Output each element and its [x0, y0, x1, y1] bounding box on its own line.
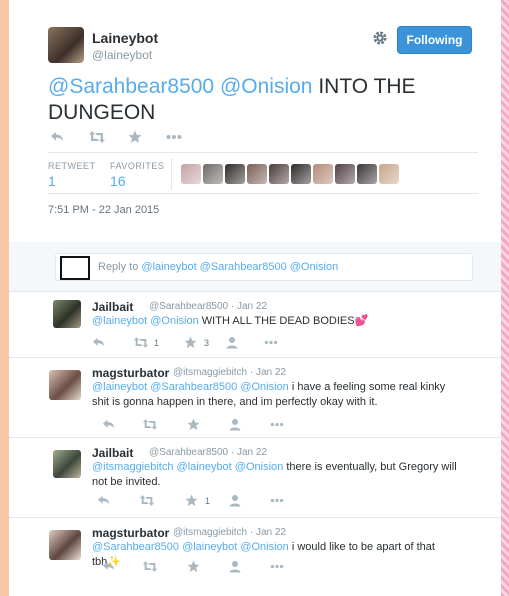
- retweets-label: RETWEET: [48, 161, 96, 171]
- favorite-count: 3: [204, 338, 210, 348]
- star-icon[interactable]: [185, 494, 198, 507]
- reply-author-name[interactable]: Jailbait: [92, 300, 133, 314]
- retweets-count[interactable]: 1: [48, 173, 56, 189]
- reply-author-handle[interactable]: @itsmaggiebitch: [173, 527, 247, 538]
- reply-text: @laineybot @Onision WITH ALL THE DEAD BO…: [92, 314, 462, 329]
- favoriter-avatar[interactable]: [291, 164, 311, 184]
- reply-meta: @Sarahbear8500 · Jan 22: [149, 447, 268, 458]
- reply-tweet[interactable]: magsturbator @itsmaggiebitch · Jan 22 @S…: [9, 517, 501, 596]
- favoriter-avatar[interactable]: [335, 164, 355, 184]
- reply-actions: 1 3: [92, 336, 312, 352]
- reply-mentions[interactable]: @itsmaggiebitch @laineybot @Onision: [92, 461, 283, 473]
- follow-icon[interactable]: [226, 336, 240, 349]
- reply-actions: [92, 418, 312, 434]
- reply-mentions[interactable]: @Sarahbear8500 @laineybot @Onision: [92, 541, 289, 553]
- reply-author-handle[interactable]: @itsmaggiebitch: [173, 367, 247, 378]
- more-icon[interactable]: [270, 422, 284, 427]
- avatar[interactable]: [53, 300, 81, 328]
- retweet-icon[interactable]: [88, 130, 106, 144]
- more-icon[interactable]: [264, 340, 278, 345]
- more-icon[interactable]: [270, 564, 284, 569]
- divider: [48, 193, 478, 194]
- retweet-icon[interactable]: [142, 560, 158, 573]
- favoriter-avatar[interactable]: [225, 164, 245, 184]
- divider: [48, 152, 478, 153]
- reply-meta: @Sarahbear8500 · Jan 22: [149, 301, 268, 312]
- hearts-emoji: 💕: [354, 315, 369, 327]
- reply-mentions[interactable]: @laineybot @Onision: [92, 315, 199, 327]
- gear-icon[interactable]: [372, 30, 388, 46]
- reply-avatar-placeholder: [60, 256, 90, 280]
- reply-mentions: @laineybot @Sarahbear8500 @Onision: [141, 261, 339, 273]
- reply-body: WITH ALL THE DEAD BODIES: [201, 315, 355, 327]
- reply-date[interactable]: Jan 22: [256, 527, 286, 538]
- reply-prefix: Reply to: [98, 261, 139, 273]
- reply-meta: @itsmaggiebitch · Jan 22: [173, 367, 286, 378]
- favoriter-avatar[interactable]: [379, 164, 399, 184]
- reply-author-handle[interactable]: @Sarahbear8500: [149, 447, 228, 458]
- star-icon[interactable]: [187, 418, 200, 431]
- favorites-count[interactable]: 16: [110, 173, 126, 189]
- following-button-label: Following: [406, 33, 463, 47]
- reply-author-name[interactable]: Jailbait: [92, 446, 133, 460]
- more-icon[interactable]: [270, 498, 284, 503]
- reply-text: @itsmaggiebitch @laineybot @Onision ther…: [92, 460, 462, 490]
- reply-date[interactable]: Jan 22: [237, 447, 267, 458]
- reply-text: @laineybot @Sarahbear8500 @Onision i hav…: [92, 380, 462, 410]
- retweet-icon[interactable]: [142, 418, 158, 431]
- avatar[interactable]: [48, 27, 84, 63]
- reply-mentions[interactable]: @laineybot @Sarahbear8500 @Onision: [92, 381, 289, 393]
- reply-tweet[interactable]: Jailbait @Sarahbear8500 · Jan 22 @itsmag…: [9, 437, 501, 517]
- follow-icon[interactable]: [229, 560, 243, 573]
- favorites-label: FAVORITES: [110, 161, 165, 171]
- retweet-icon[interactable]: [133, 336, 149, 349]
- tweet-text: @Sarahbear8500 @Onision INTO THE DUNGEON: [48, 74, 478, 126]
- favoriter-avatar[interactable]: [181, 164, 201, 184]
- reply-author-name[interactable]: magsturbator: [92, 366, 169, 380]
- reply-icon[interactable]: [92, 336, 105, 349]
- star-icon[interactable]: [187, 560, 200, 573]
- reply-tweet[interactable]: Jailbait @Sarahbear8500 · Jan 22 @lainey…: [9, 291, 501, 357]
- follow-icon[interactable]: [229, 418, 243, 431]
- reply-author-handle[interactable]: @Sarahbear8500: [149, 301, 228, 312]
- more-icon[interactable]: [166, 134, 182, 140]
- retweet-icon[interactable]: [139, 494, 155, 507]
- mention-link[interactable]: @Onision: [220, 75, 313, 98]
- reply-box[interactable]: Reply to @laineybot @Sarahbear8500 @Onis…: [55, 253, 473, 281]
- reply-author-name[interactable]: magsturbator: [92, 526, 169, 540]
- reply-date[interactable]: Jan 22: [256, 367, 286, 378]
- avatar[interactable]: [53, 450, 81, 478]
- page-left-edge: [0, 0, 9, 596]
- reply-tweet[interactable]: magsturbator @itsmaggiebitch · Jan 22 @l…: [9, 357, 501, 437]
- reply-meta: @itsmaggiebitch · Jan 22: [173, 527, 286, 538]
- author-handle[interactable]: @laineybot: [92, 48, 152, 62]
- reply-actions: [92, 560, 312, 576]
- reply-icon[interactable]: [102, 560, 115, 573]
- favoriter-avatar[interactable]: [247, 164, 267, 184]
- avatar[interactable]: [49, 370, 81, 400]
- retweet-count: 1: [154, 338, 160, 348]
- stats-separator: [171, 158, 172, 190]
- page-right-edge: [501, 0, 509, 596]
- reply-icon[interactable]: [102, 418, 115, 431]
- tweet-timestamp[interactable]: 7:51 PM - 22 Jan 2015: [48, 204, 159, 216]
- favorite-count: 1: [205, 496, 211, 506]
- favoriter-avatar[interactable]: [269, 164, 289, 184]
- favoriter-avatar[interactable]: [313, 164, 333, 184]
- reply-icon[interactable]: [97, 494, 110, 507]
- favoriter-avatar[interactable]: [357, 164, 377, 184]
- avatar[interactable]: [49, 530, 81, 560]
- star-icon[interactable]: [128, 130, 142, 144]
- reply-box-placeholder: Reply to @laineybot @Sarahbear8500 @Onis…: [98, 261, 338, 273]
- reply-icon[interactable]: [50, 130, 64, 144]
- mention-link[interactable]: @Sarahbear8500: [48, 75, 214, 98]
- author-name[interactable]: Laineybot: [92, 30, 158, 46]
- follow-icon[interactable]: [229, 494, 243, 507]
- star-icon[interactable]: [184, 336, 197, 349]
- reply-actions: 1: [92, 494, 312, 510]
- favoriter-avatar[interactable]: [203, 164, 223, 184]
- tweet-actions: [48, 130, 248, 150]
- following-button[interactable]: Following: [397, 26, 472, 54]
- reply-date[interactable]: Jan 22: [237, 301, 267, 312]
